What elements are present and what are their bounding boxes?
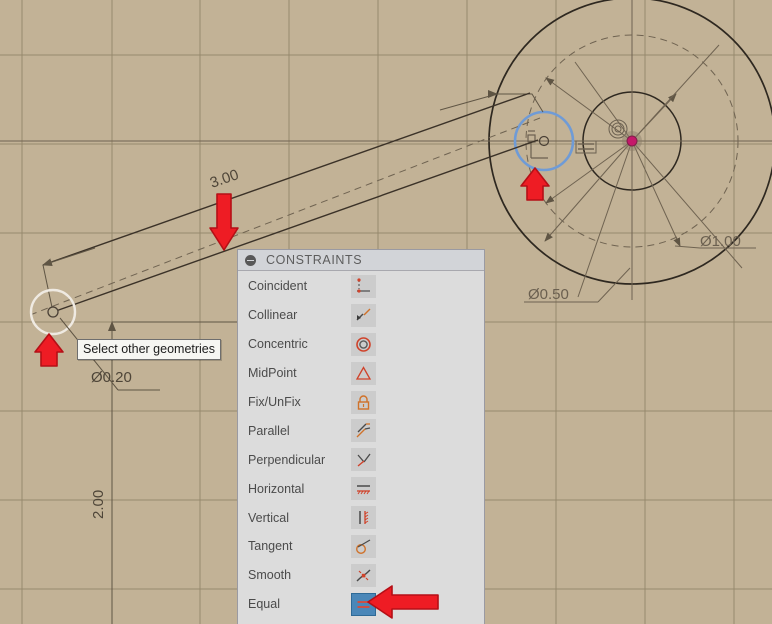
constraint-item-coincident[interactable]: Coincident <box>238 272 484 301</box>
constraint-item-smooth[interactable]: Smooth <box>238 561 484 590</box>
constraints-list: Coincident Collinear Concentric MidPoint… <box>238 271 484 619</box>
constraint-label-equal: Equal <box>248 597 280 612</box>
constraint-item-fix-unfix[interactable]: Fix/UnFix <box>238 388 484 417</box>
midpoint-icon[interactable] <box>351 361 376 385</box>
constraint-item-horizontal[interactable]: Horizontal <box>238 474 484 503</box>
constraint-item-collinear[interactable]: Collinear <box>238 301 484 330</box>
constraint-label-concentric: Concentric <box>248 337 308 352</box>
dimension-label-inner-diameter: Ø0.50 <box>528 286 569 303</box>
tangent-icon[interactable] <box>351 534 376 558</box>
vertex-point[interactable] <box>47 306 59 318</box>
constraint-item-tangent[interactable]: Tangent <box>238 532 484 561</box>
constraint-item-vertical[interactable]: Vertical <box>238 503 484 532</box>
constraint-label-fix-unfix: Fix/UnFix <box>248 395 301 409</box>
constraint-item-perpendicular[interactable]: Perpendicular <box>238 445 484 474</box>
constraint-label-horizontal: Horizontal <box>248 481 305 496</box>
lock-icon[interactable] <box>351 390 376 414</box>
collinear-icon[interactable] <box>351 303 376 327</box>
constraint-item-equal[interactable]: Equal <box>238 590 484 619</box>
constraints-panel[interactable]: CONSTRAINTS Coincident Collinear Concent… <box>237 249 485 624</box>
constraint-label-collinear: Collinear <box>248 308 298 323</box>
dimension-label-small-diameter: Ø0.20 <box>91 369 132 386</box>
constraint-label-smooth: Smooth <box>248 568 292 583</box>
coincident-icon[interactable] <box>351 274 376 298</box>
arrow-to-constraints-panel <box>209 193 239 251</box>
vertical-icon[interactable] <box>351 506 376 530</box>
center-point[interactable] <box>626 135 638 147</box>
concentric-icon[interactable] <box>351 332 376 356</box>
constraint-item-midpoint[interactable]: MidPoint <box>238 359 484 388</box>
constraint-label-vertical: Vertical <box>248 510 289 525</box>
constraint-item-concentric[interactable]: Concentric <box>238 330 484 359</box>
constraints-panel-title: CONSTRAINTS <box>266 253 363 267</box>
horizontal-icon[interactable] <box>351 477 376 501</box>
constraint-label-perpendicular: Perpendicular <box>248 452 326 467</box>
constraint-item-parallel[interactable]: Parallel <box>238 416 484 445</box>
constraints-panel-header[interactable]: CONSTRAINTS <box>238 250 484 271</box>
constraint-label-coincident: Coincident <box>248 279 308 294</box>
dimension-label-outer-diameter: Ø1.00 <box>700 233 741 250</box>
cad-application-window: 3.00 Ø0.20 2.00 Ø1.00 Ø0.50 CONSTRAINTS … <box>0 0 772 624</box>
tooltip-select-other-geometries: Select other geometries <box>77 339 222 360</box>
minus-circle-icon[interactable] <box>245 254 256 266</box>
constraint-label-midpoint: MidPoint <box>248 366 297 381</box>
parallel-icon[interactable] <box>351 419 376 443</box>
arrow-to-equal-constraint <box>367 585 439 619</box>
constraint-label-parallel: Parallel <box>248 423 290 438</box>
dimension-label-vertical: 2.00 <box>90 490 107 519</box>
perpendicular-icon[interactable] <box>351 448 376 472</box>
constraint-label-tangent: Tangent <box>248 539 293 554</box>
arrow-to-selected-circle <box>520 167 550 201</box>
arrow-to-highlighted-vertex <box>34 333 64 367</box>
